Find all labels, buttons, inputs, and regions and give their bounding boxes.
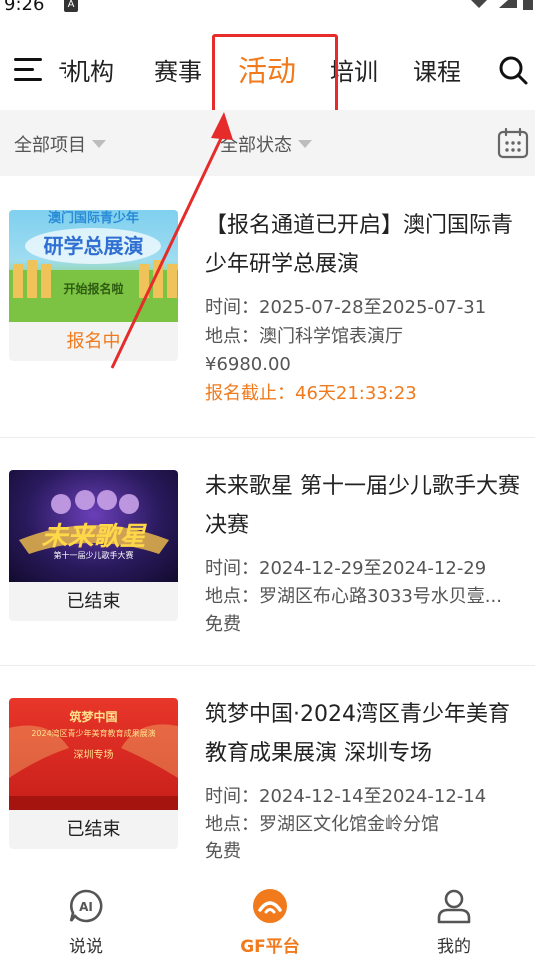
- event-place: 地点：澳门科学馆表演厅: [205, 322, 527, 352]
- bottom-nav-mine[interactable]: 我的: [394, 888, 514, 957]
- event-thumbnail[interactable]: 未来歌星 第十一届少儿歌手大赛 已结束: [9, 470, 178, 621]
- filter-status-label: 全部状态: [220, 135, 292, 156]
- tab-courses[interactable]: 课程: [413, 52, 461, 87]
- filter-bar: 全部项目 全部状态: [0, 110, 535, 176]
- event-poster: 未来歌星 第十一届少儿歌手大赛: [9, 470, 178, 582]
- bottom-nav: AI 说说 GF平台 我的: [0, 876, 535, 966]
- annotation-highlight-box: [212, 34, 338, 110]
- poster-decoration: [9, 228, 178, 322]
- poster-line-2: 第十一届少儿歌手大赛: [53, 551, 134, 560]
- bottom-nav-talk-label: 说说: [69, 937, 103, 957]
- event-time-label: 时间：: [205, 297, 259, 318]
- event-item[interactable]: 澳门国际青少年 研学总展演 开始报名啦 报名中 【报名通道已开启】澳门国际青少年…: [0, 176, 535, 438]
- event-time-value: 2025-07-28至2025-07-31: [259, 297, 487, 318]
- event-place: 地点：罗湖区布心路3033号水贝壹...: [205, 582, 527, 612]
- notification-badge: A: [64, 0, 78, 12]
- event-title[interactable]: 未来歌星 第十一届少儿歌手大赛 决赛: [205, 467, 527, 545]
- poster-line-3: 深圳专场: [73, 750, 114, 761]
- event-place-label: 地点：: [205, 326, 259, 347]
- poster-line-2: 2024湾区青少年美育教育成果展演: [31, 729, 156, 738]
- event-time-value: 2024-12-14至2024-12-14: [259, 786, 487, 807]
- event-status-badge: 已结束: [66, 819, 121, 840]
- event-title[interactable]: 筑梦中国·2024湾区青少年美育教育成果展演 深圳专场: [205, 695, 527, 773]
- signal-battery-icon: [471, 0, 533, 10]
- poster-line-1: 澳门国际青少年: [47, 211, 139, 226]
- filter-project-label: 全部项目: [14, 135, 86, 156]
- event-price: ¥6980.00: [205, 354, 291, 375]
- event-time-label: 时间：: [205, 786, 259, 807]
- event-price: 免费: [205, 614, 241, 635]
- event-place-label: 地点：: [205, 586, 259, 607]
- event-time: 时间：2024-12-14至2024-12-14: [205, 782, 527, 812]
- event-item[interactable]: 筑梦中国 2024湾区青少年美育教育成果展演 深圳专场 已结束 筑梦中国·202…: [0, 666, 535, 894]
- tab-institutions-partial: 专: [58, 52, 66, 87]
- event-deadline: 报名截止：46天21:33:23: [205, 383, 417, 404]
- event-price: 免费: [205, 841, 241, 862]
- event-place-label: 地点：: [205, 814, 259, 835]
- user-icon: [437, 889, 471, 924]
- top-nav: 专机构 赛事 活动 培训 课程: [0, 18, 535, 110]
- event-time: 时间：2025-07-28至2025-07-31: [205, 293, 527, 323]
- event-poster: 澳门国际青少年 研学总展演 开始报名啦: [9, 210, 178, 322]
- chevron-down-icon: [92, 140, 106, 148]
- poster-line-2: 研学总展演: [43, 234, 144, 258]
- event-item[interactable]: 未来歌星 第十一届少儿歌手大赛 已结束 未来歌星 第十一届少儿歌手大赛 决赛 时…: [0, 438, 535, 666]
- status-time: 9:26: [4, 0, 45, 15]
- poster-line-3: 开始报名啦: [63, 282, 124, 296]
- event-status-badge: 已结束: [66, 591, 121, 612]
- event-thumbnail[interactable]: 澳门国际青少年 研学总展演 开始报名啦 报名中: [9, 210, 178, 361]
- filter-status[interactable]: 全部状态: [220, 131, 312, 157]
- event-time-label: 时间：: [205, 558, 259, 579]
- tab-institutions[interactable]: 专机构: [58, 52, 114, 87]
- poster-line-1: 筑梦中国: [69, 710, 118, 724]
- event-place-value: 罗湖区布心路3033号水贝壹...: [259, 586, 502, 607]
- event-time: 时间：2024-12-29至2024-12-29: [205, 554, 527, 584]
- search-icon[interactable]: [499, 56, 529, 86]
- status-bar: 9:26 A: [0, 0, 535, 18]
- bottom-nav-talk[interactable]: AI 说说: [26, 888, 146, 957]
- event-place-value: 澳门科学馆表演厅: [259, 326, 403, 347]
- tab-competitions[interactable]: 赛事: [154, 52, 202, 87]
- menu-icon[interactable]: [14, 58, 42, 82]
- bottom-nav-gf-platform-label: GF平台: [240, 937, 300, 957]
- event-place: 地点：罗湖区文化馆金岭分馆: [205, 810, 527, 840]
- bottom-nav-mine-label: 我的: [437, 937, 471, 957]
- bottom-nav-gf-platform[interactable]: GF平台: [210, 888, 330, 957]
- chevron-down-icon: [298, 140, 312, 148]
- svg-text:AI: AI: [79, 900, 93, 914]
- filter-project[interactable]: 全部项目: [14, 131, 106, 157]
- event-thumbnail[interactable]: 筑梦中国 2024湾区青少年美育教育成果展演 深圳专场 已结束: [9, 698, 178, 849]
- event-poster: 筑梦中国 2024湾区青少年美育教育成果展演 深圳专场: [9, 698, 178, 810]
- ai-chat-icon: AI: [69, 889, 103, 923]
- poster-line-1: 未来歌星: [41, 522, 146, 552]
- event-title[interactable]: 【报名通道已开启】澳门国际青少年研学总展演: [205, 206, 527, 284]
- tab-institutions-label: 机构: [66, 58, 114, 86]
- event-status-badge: 报名中: [66, 331, 121, 352]
- calendar-icon[interactable]: [497, 127, 529, 159]
- event-place-value: 罗湖区文化馆金岭分馆: [259, 814, 439, 835]
- event-time-value: 2024-12-29至2024-12-29: [259, 558, 487, 579]
- gf-platform-icon: [253, 889, 287, 923]
